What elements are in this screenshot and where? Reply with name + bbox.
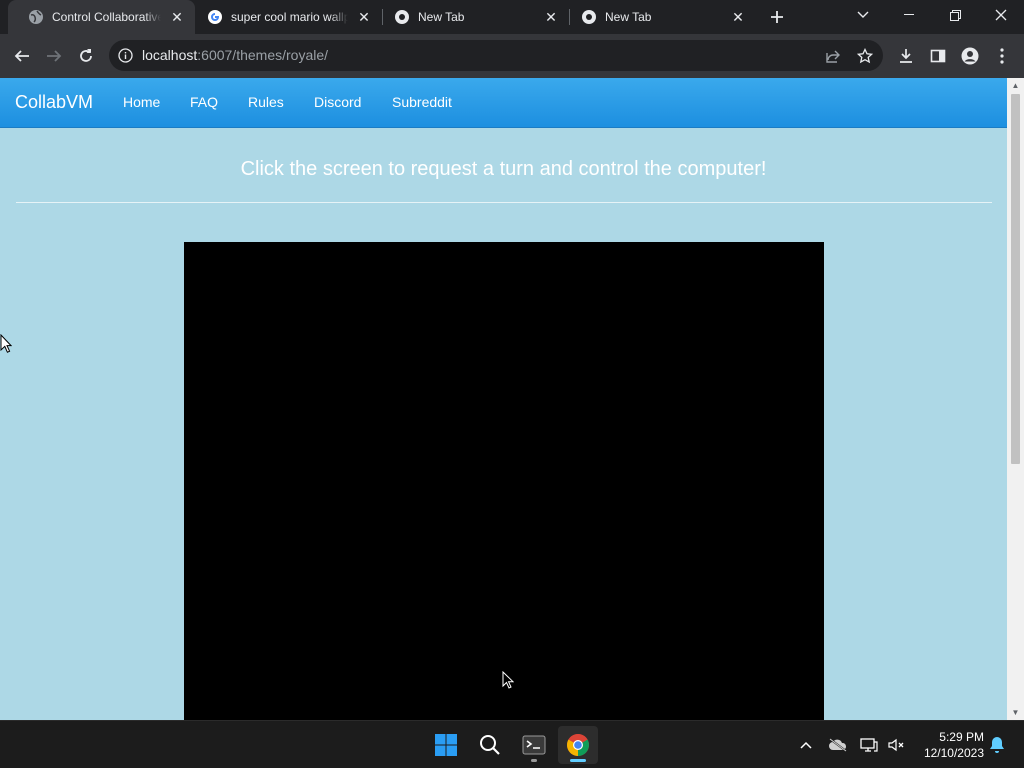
tab-title: super cool mario wallpaper — [231, 10, 348, 24]
tab-mario-wallpaper[interactable]: super cool mario wallpaper ✕ — [195, 0, 382, 34]
onedrive-icon[interactable] — [826, 733, 850, 757]
windows-taskbar: 5:29 PM 12/10/2023 — [0, 720, 1024, 768]
active-indicator — [570, 759, 586, 762]
start-icon — [435, 734, 457, 756]
tab-new-tab-2[interactable]: New Tab ✕ — [569, 0, 756, 34]
running-indicator — [531, 759, 537, 762]
globe-icon — [28, 9, 44, 25]
minimize-button[interactable] — [886, 0, 932, 30]
tab-title: New Tab — [605, 10, 652, 24]
share-icon[interactable] — [823, 46, 843, 66]
volume-muted-icon[interactable] — [884, 733, 908, 757]
tab-control-collaborative[interactable]: Control Collaborative Vi ✕ — [8, 0, 195, 34]
start-button[interactable] — [426, 726, 466, 764]
tab-strip: Control Collaborative Vi ✕ super cool ma… — [0, 0, 1024, 34]
profile-icon[interactable] — [956, 42, 984, 70]
chrome-app-button[interactable] — [558, 726, 598, 764]
back-button[interactable] — [8, 42, 36, 70]
close-tab-icon[interactable]: ✕ — [543, 9, 559, 25]
nav-faq-link[interactable]: FAQ — [190, 94, 218, 110]
network-icon[interactable] — [857, 733, 881, 757]
new-tab-button[interactable] — [766, 6, 788, 28]
google-icon — [207, 9, 223, 25]
vm-mouse-cursor-icon — [502, 670, 515, 694]
chrome-icon — [567, 734, 589, 756]
browser-toolbar: localhost:6007/themes/royale/ — [0, 34, 1024, 78]
clock-time: 5:29 PM — [939, 730, 984, 744]
site-info-icon[interactable] — [118, 48, 133, 63]
site-navbar: CollabVM Home FAQ Rules Discord Subreddi… — [0, 78, 1007, 128]
side-panel-icon[interactable] — [924, 42, 952, 70]
taskbar-clock[interactable]: 5:29 PM 12/10/2023 — [912, 729, 984, 761]
menu-kebab-icon[interactable] — [988, 42, 1016, 70]
page-scrollbar[interactable]: ▲ ▼ — [1007, 78, 1024, 720]
close-window-button[interactable] — [978, 0, 1024, 30]
forward-button[interactable] — [40, 42, 68, 70]
close-tab-icon[interactable]: ✕ — [169, 9, 185, 25]
scroll-up-arrow-icon[interactable]: ▲ — [1011, 81, 1020, 90]
terminal-app-button[interactable] — [514, 726, 554, 764]
show-hidden-icons-chevron-icon[interactable] — [794, 733, 818, 757]
mouse-cursor-icon — [0, 333, 13, 359]
site-brand[interactable]: CollabVM — [15, 92, 93, 113]
nav-rules-link[interactable]: Rules — [248, 94, 284, 110]
tab-title: Control Collaborative Vi — [52, 10, 161, 24]
screen: Control Collaborative Vi ✕ super cool ma… — [0, 0, 1024, 768]
search-icon — [480, 735, 500, 755]
web-page: CollabVM Home FAQ Rules Discord Subreddi… — [0, 78, 1007, 720]
tab-new-tab-1[interactable]: New Tab ✕ — [382, 0, 569, 34]
terminal-icon — [522, 735, 546, 755]
nav-home-link[interactable]: Home — [123, 94, 160, 110]
scrollbar-thumb[interactable] — [1011, 94, 1020, 464]
turn-instructions: Click the screen to request a turn and c… — [240, 158, 767, 180]
reload-button[interactable] — [72, 42, 100, 70]
chrome-icon — [581, 9, 597, 25]
restore-button[interactable] — [932, 0, 978, 30]
taskbar-search-button[interactable] — [470, 726, 510, 764]
chrome-icon — [394, 9, 410, 25]
scroll-down-arrow-icon[interactable]: ▼ — [1011, 708, 1020, 717]
divider — [16, 202, 992, 203]
bookmark-star-icon[interactable] — [855, 46, 875, 66]
nav-discord-link[interactable]: Discord — [314, 94, 361, 110]
close-tab-icon[interactable]: ✕ — [356, 9, 372, 25]
vm-display-screen[interactable] — [184, 242, 824, 720]
clock-date: 12/10/2023 — [923, 746, 984, 760]
tab-search-button[interactable] — [840, 0, 886, 30]
address-bar[interactable]: localhost:6007/themes/royale/ — [109, 40, 883, 71]
url-text: localhost:6007/themes/royale/ — [142, 47, 329, 63]
notification-bell-icon[interactable] — [985, 733, 1009, 757]
downloads-icon[interactable] — [892, 42, 920, 70]
close-tab-icon[interactable]: ✕ — [730, 9, 746, 25]
tab-title: New Tab — [418, 10, 465, 24]
nav-subreddit-link[interactable]: Subreddit — [392, 94, 452, 110]
